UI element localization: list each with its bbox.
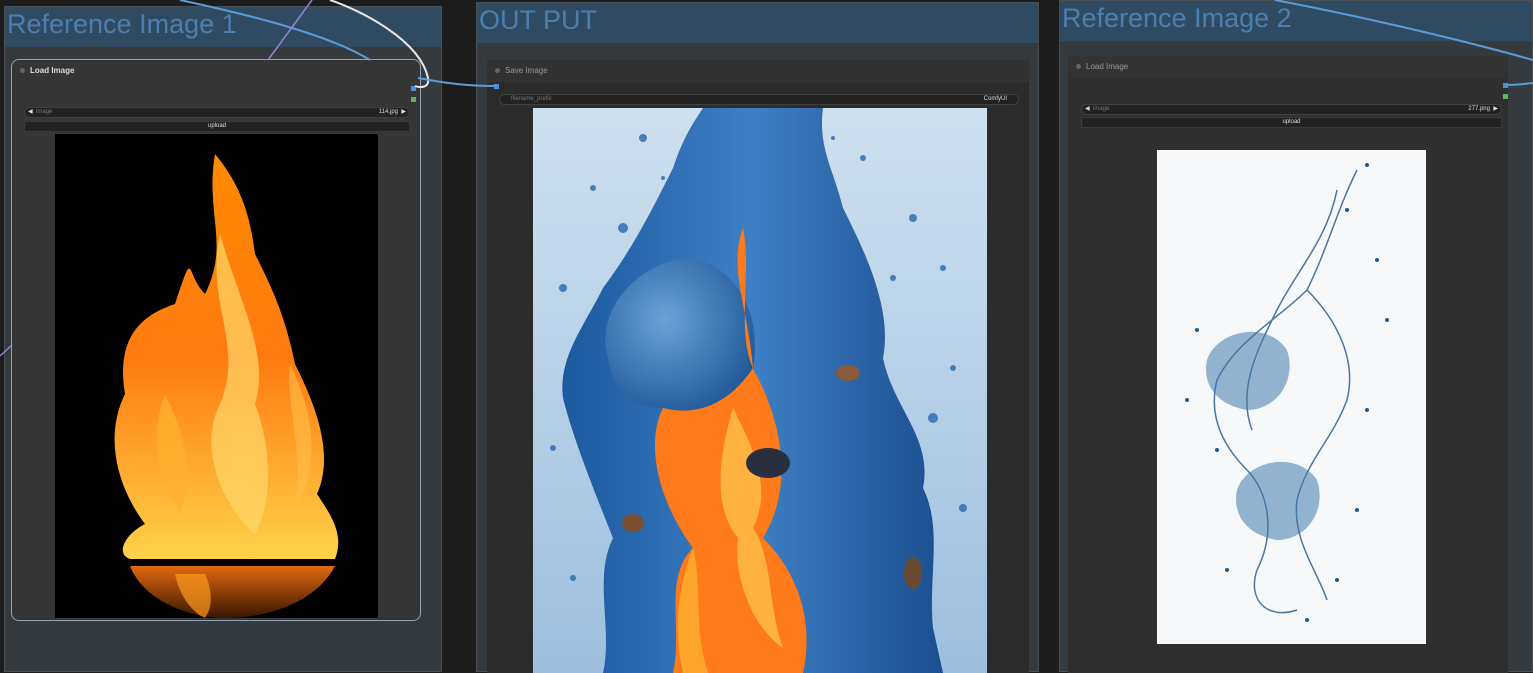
group-title-bar[interactable]: Reference Image 1 bbox=[5, 7, 441, 47]
node-title: Load Image bbox=[1086, 62, 1129, 71]
preview-image-fire bbox=[55, 134, 378, 618]
output-slot-image[interactable] bbox=[1503, 83, 1508, 88]
node-status-dot-icon bbox=[1076, 64, 1081, 69]
widget-value: 114.jpg bbox=[378, 109, 398, 115]
save-image-node[interactable]: Save Image filename_prefix ComfyUI bbox=[487, 60, 1029, 673]
node-title-bar[interactable]: Save Image bbox=[487, 60, 1029, 82]
group-output[interactable]: OUT PUT Save Image filename_prefix Comfy… bbox=[476, 2, 1039, 673]
node-title: Save Image bbox=[505, 66, 548, 75]
output-slot-mask[interactable] bbox=[1503, 94, 1508, 99]
widget-value: ComfyUI bbox=[983, 96, 1007, 102]
image-combo-widget[interactable]: ◀ image 277.png ▶ bbox=[1081, 104, 1502, 115]
arrow-left-icon[interactable]: ◀ bbox=[1085, 105, 1090, 114]
node-status-dot-icon bbox=[20, 68, 25, 73]
output-image-water-fire bbox=[533, 108, 987, 673]
node-title: Load Image bbox=[30, 66, 75, 75]
widget-label: image bbox=[1093, 106, 1110, 112]
preview-image-water-splash bbox=[1157, 150, 1426, 644]
arrow-right-icon[interactable]: ▶ bbox=[401, 108, 406, 117]
input-slot-images[interactable] bbox=[494, 84, 499, 89]
group-title-bar[interactable]: OUT PUT bbox=[477, 3, 1038, 43]
group-title: Reference Image 2 bbox=[1062, 3, 1292, 33]
group-reference-image-1[interactable]: Reference Image 1 Load Image ◀ image 114… bbox=[4, 6, 442, 672]
image-combo-widget[interactable]: ◀ image 114.jpg ▶ bbox=[24, 107, 410, 118]
output-slot-image[interactable] bbox=[411, 86, 416, 91]
upload-button[interactable]: upload bbox=[24, 121, 410, 132]
node-title-bar[interactable]: Load Image bbox=[12, 60, 420, 82]
filename-prefix-widget[interactable]: filename_prefix ComfyUI bbox=[499, 94, 1019, 105]
group-title: OUT PUT bbox=[479, 5, 598, 35]
arrow-right-icon[interactable]: ▶ bbox=[1493, 105, 1498, 114]
node-title-bar[interactable]: Load Image bbox=[1068, 56, 1508, 78]
load-image-node-2[interactable]: Load Image ◀ image 277.png ▶ upload bbox=[1068, 56, 1508, 673]
load-image-node-1[interactable]: Load Image ◀ image 114.jpg ▶ upload bbox=[11, 59, 421, 621]
upload-button[interactable]: upload bbox=[1081, 117, 1502, 128]
output-slot-mask[interactable] bbox=[411, 97, 416, 102]
arrow-left-icon[interactable]: ◀ bbox=[28, 108, 33, 117]
widget-label: filename_prefix bbox=[511, 96, 552, 102]
group-title-bar[interactable]: Reference Image 2 bbox=[1060, 1, 1532, 41]
group-title: Reference Image 1 bbox=[7, 9, 237, 39]
widget-value: 277.png bbox=[1468, 106, 1490, 112]
node-status-dot-icon bbox=[495, 68, 500, 73]
group-reference-image-2[interactable]: Reference Image 2 Load Image ◀ image 277… bbox=[1059, 0, 1533, 673]
widget-label: image bbox=[36, 109, 53, 115]
